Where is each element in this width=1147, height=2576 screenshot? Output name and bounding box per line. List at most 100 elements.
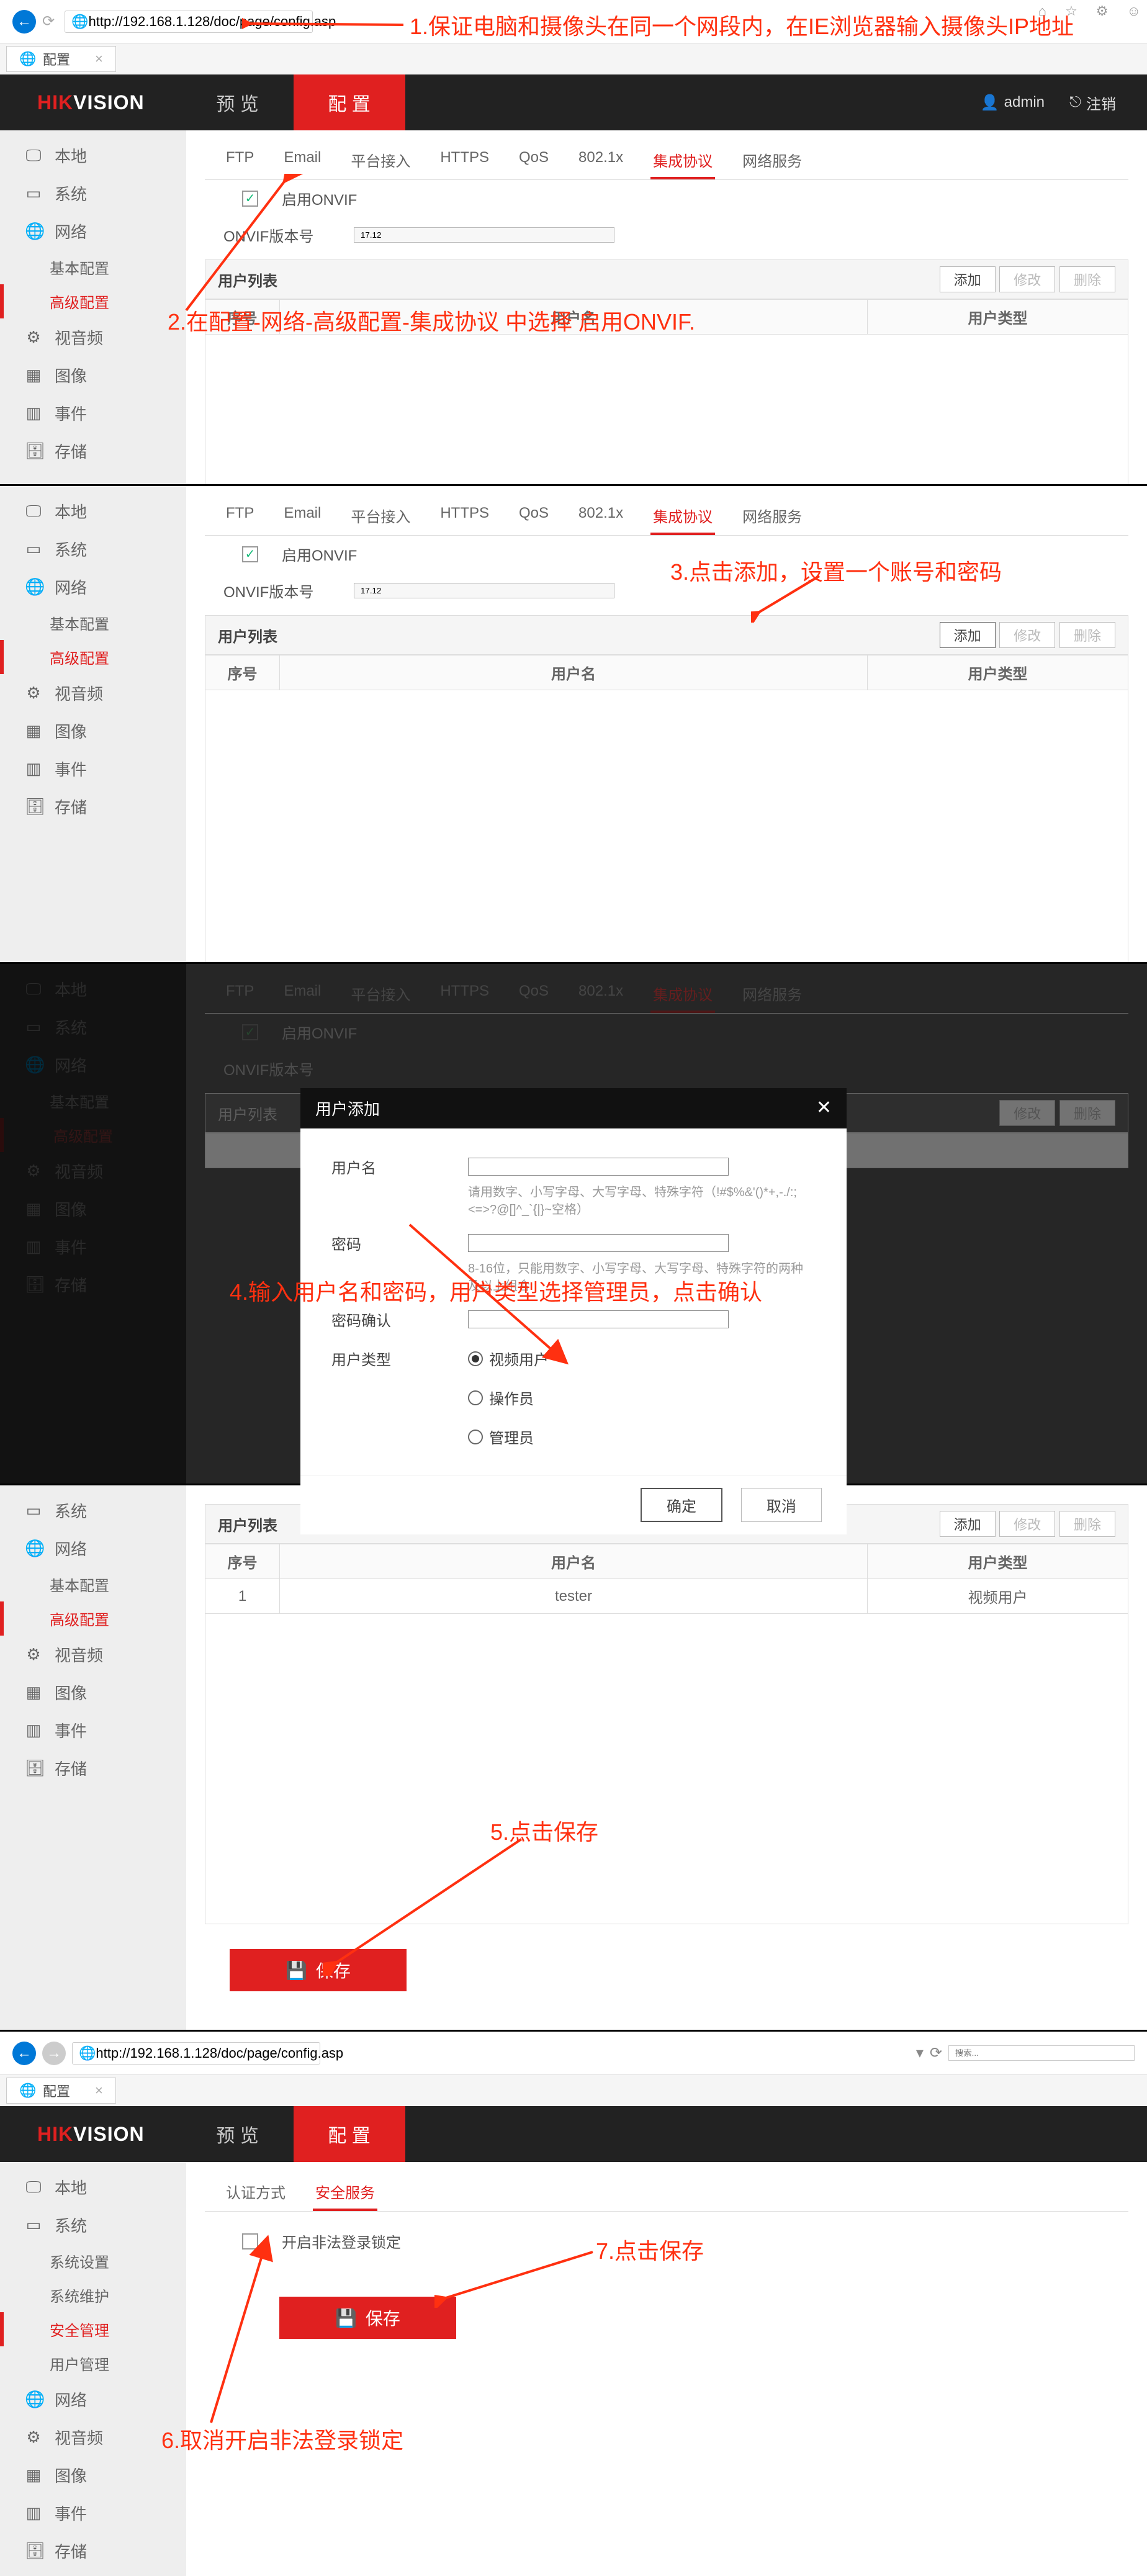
sidebar-system[interactable]: ▭系统 <box>0 2206 186 2244</box>
forward-button[interactable]: → <box>42 2042 66 2065</box>
logout-button[interactable]: ⎋ 注销 <box>1069 92 1116 114</box>
sidebar-storage[interactable]: 🗄存储 <box>0 2532 186 2570</box>
save-button[interactable]: 💾保存 <box>230 1949 407 1991</box>
close-tab-icon[interactable]: × <box>95 51 103 67</box>
tab-https[interactable]: HTTPS <box>438 143 492 179</box>
save-button[interactable]: 💾保存 <box>279 2297 456 2339</box>
sidebar-system[interactable]: ▭系统 <box>0 174 186 212</box>
radio-admin[interactable] <box>468 1430 483 1444</box>
sidebar-system[interactable]: ▭系统 <box>0 530 186 568</box>
tab-qos[interactable]: QoS <box>516 498 551 535</box>
back-button[interactable]: ← <box>12 10 36 34</box>
sidebar-adv-cfg[interactable]: 高级配置 <box>0 1601 186 1636</box>
modify-button[interactable]: 修改 <box>999 1511 1055 1537</box>
close-icon[interactable]: ✕ <box>816 1097 832 1120</box>
sidebar-adv-cfg[interactable]: 高级配置 <box>0 284 186 318</box>
tab-8021x[interactable]: 802.1x <box>576 143 626 179</box>
sidebar-event[interactable]: ▥事件 <box>0 2494 186 2532</box>
sidebar-av[interactable]: ⚙视音频 <box>0 674 186 712</box>
radio-operator[interactable] <box>468 1390 483 1405</box>
browser-tab[interactable]: 🌐配置× <box>6 2078 116 2104</box>
sidebar-user-mgmt[interactable]: 用户管理 <box>0 2346 186 2380</box>
sidebar-event[interactable]: ▥事件 <box>0 750 186 788</box>
sidebar-event[interactable]: ▥事件 <box>0 394 186 432</box>
sidebar-system-maint[interactable]: 系统维护 <box>0 2278 186 2312</box>
delete-button[interactable]: 删除 <box>1059 266 1115 292</box>
home-icon[interactable]: ⌂ <box>1038 3 1046 19</box>
modify-button[interactable]: 修改 <box>999 266 1055 292</box>
confirm-input[interactable] <box>468 1310 729 1328</box>
url-input[interactable]: 🌐 http://192.168.1.128/doc/page/config.a… <box>65 11 313 33</box>
ok-button[interactable]: 确定 <box>641 1488 722 1522</box>
add-button[interactable]: 添加 <box>940 622 996 648</box>
enable-onvif-checkbox[interactable]: ✓ <box>242 546 258 562</box>
sidebar-network[interactable]: 🌐网络 <box>0 1529 186 1567</box>
menu-icon[interactable]: ⚙ <box>1096 3 1109 19</box>
enable-onvif-checkbox[interactable]: ✓ <box>242 191 258 207</box>
delete-button[interactable]: 删除 <box>1059 622 1115 648</box>
password-input[interactable] <box>468 1234 729 1252</box>
radio-video[interactable] <box>468 1351 483 1366</box>
tab-qos[interactable]: QoS <box>516 143 551 179</box>
back-button[interactable]: ← <box>12 2042 36 2065</box>
tab-netservice[interactable]: 网络服务 <box>740 498 804 535</box>
nav-preview[interactable]: 预 览 <box>182 74 294 130</box>
sidebar-local[interactable]: 🖵本地 <box>0 2168 186 2206</box>
tab-email[interactable]: Email <box>281 498 323 535</box>
url-input[interactable]: 🌐http://192.168.1.128/doc/page/config.as… <box>72 2042 320 2065</box>
sidebar-event[interactable]: ▥事件 <box>0 1711 186 1749</box>
sidebar-system-settings[interactable]: 系统设置 <box>0 2244 186 2278</box>
sidebar-storage[interactable]: 🗄存储 <box>0 1749 186 1787</box>
close-tab-icon[interactable]: × <box>95 2083 103 2099</box>
user-label[interactable]: 👤 admin <box>981 92 1045 114</box>
tab-integration[interactable]: 集成协议 <box>650 498 715 535</box>
nav-config[interactable]: 配 置 <box>294 2106 405 2162</box>
tab-integration[interactable]: 集成协议 <box>650 143 715 179</box>
sidebar-av[interactable]: ⚙视音频 <box>0 1636 186 1673</box>
tab-ftp[interactable]: FTP <box>223 498 256 535</box>
add-button[interactable]: 添加 <box>940 266 996 292</box>
dropdown-icon[interactable]: ▾ <box>916 2044 924 2062</box>
sidebar-av[interactable]: ⚙视音频 <box>0 2418 186 2456</box>
username-input[interactable] <box>468 1158 729 1176</box>
add-button[interactable]: 添加 <box>940 1511 996 1537</box>
tab-8021x[interactable]: 802.1x <box>576 498 626 535</box>
tab-platform[interactable]: 平台接入 <box>348 498 413 535</box>
sidebar-network[interactable]: 🌐网络 <box>0 568 186 606</box>
sidebar-network[interactable]: 🌐网络 <box>0 2380 186 2418</box>
sidebar-basic-cfg[interactable]: 基本配置 <box>0 250 186 284</box>
smile-icon[interactable]: ☺ <box>1127 3 1141 19</box>
sidebar-av[interactable]: ⚙视音频 <box>0 318 186 356</box>
nav-config[interactable]: 配 置 <box>294 74 405 130</box>
sidebar-network[interactable]: 🌐网络 <box>0 212 186 250</box>
sidebar-local[interactable]: 🖵本地 <box>0 137 186 174</box>
browser-tab[interactable]: 🌐 配置 × <box>6 46 116 72</box>
lock-checkbox[interactable]: ✓ <box>242 2233 258 2249</box>
cancel-button[interactable]: 取消 <box>741 1488 822 1522</box>
tab-secservice[interactable]: 安全服务 <box>313 2174 377 2211</box>
sidebar-system[interactable]: ▭系统 <box>0 1492 186 1529</box>
tab-https[interactable]: HTTPS <box>438 498 492 535</box>
delete-button[interactable]: 删除 <box>1059 1511 1115 1537</box>
table-row[interactable]: 1tester视频用户 <box>205 1579 1128 1614</box>
sidebar-image[interactable]: ▦图像 <box>0 356 186 394</box>
sidebar-basic-cfg[interactable]: 基本配置 <box>0 606 186 640</box>
tab-ftp[interactable]: FTP <box>223 143 256 179</box>
sidebar-adv-cfg[interactable]: 高级配置 <box>0 640 186 674</box>
nav-preview[interactable]: 预 览 <box>182 2106 294 2162</box>
sidebar-security[interactable]: 安全管理 <box>0 2312 186 2346</box>
sidebar-image[interactable]: ▦图像 <box>0 1673 186 1711</box>
sidebar-local[interactable]: 🖵本地 <box>0 492 186 530</box>
star-icon[interactable]: ☆ <box>1065 3 1077 19</box>
modify-button[interactable]: 修改 <box>999 622 1055 648</box>
sidebar-storage[interactable]: 🗄存储 <box>0 788 186 826</box>
search-input[interactable] <box>948 2045 1135 2061</box>
sidebar-storage[interactable]: 🗄存储 <box>0 432 186 470</box>
refresh-icon[interactable]: ⟳ <box>930 2044 942 2062</box>
tab-email[interactable]: Email <box>281 143 323 179</box>
tab-netservice[interactable]: 网络服务 <box>740 143 804 179</box>
refresh-icon[interactable]: ⟳ <box>42 12 55 30</box>
tab-platform[interactable]: 平台接入 <box>348 143 413 179</box>
sidebar-basic-cfg[interactable]: 基本配置 <box>0 1567 186 1601</box>
sidebar-image[interactable]: ▦图像 <box>0 712 186 750</box>
